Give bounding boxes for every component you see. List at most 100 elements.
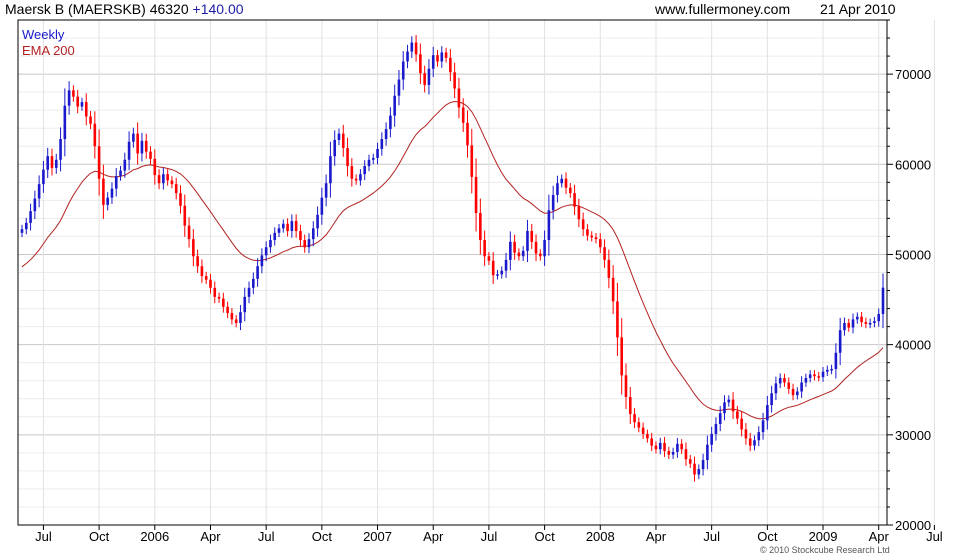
candle-body [753, 440, 756, 446]
legend-weekly: Weekly [22, 27, 65, 42]
candle-body [192, 239, 195, 257]
candle-body [826, 369, 829, 372]
candle-body [470, 145, 474, 177]
y-tick-label: 40000 [895, 338, 931, 353]
candle-body [444, 52, 448, 58]
candle-body [714, 424, 718, 434]
x-tick-label: Apr [423, 529, 444, 544]
candle-body [76, 96, 79, 107]
candle-body [127, 141, 131, 160]
candle-body [551, 194, 555, 211]
candle-body [586, 229, 589, 236]
candle-body [500, 270, 504, 275]
candle-body [243, 296, 247, 313]
copyright-notice: © 2010 Stockcube Research Ltd [760, 545, 890, 555]
candle-body [804, 378, 808, 383]
candle-body [770, 393, 773, 406]
candle-body [718, 413, 722, 424]
candle-body [474, 176, 478, 213]
candle-body [84, 102, 88, 117]
candle-body [821, 371, 825, 378]
candle-body [521, 250, 525, 257]
candle-body [97, 146, 101, 179]
candle-body [479, 212, 482, 241]
candle-body [851, 319, 855, 328]
candle-body [217, 296, 221, 299]
x-tick-label: Oct [312, 529, 333, 544]
candle-body [414, 42, 418, 55]
candle-body [183, 205, 187, 226]
candle-body [590, 235, 594, 238]
candle-body [384, 129, 388, 140]
candle-body [791, 388, 795, 396]
candle-body [843, 323, 846, 331]
x-tick-label: Oct [89, 529, 110, 544]
legend-ema: EMA 200 [22, 43, 75, 58]
candle-body [658, 442, 662, 450]
candle-body [461, 107, 465, 123]
candle-body [273, 232, 277, 241]
candle-body [855, 316, 859, 320]
candle-body [80, 102, 84, 107]
candle-body [701, 460, 705, 470]
candle-body [431, 55, 435, 69]
candle-body [102, 178, 105, 205]
candle-body [281, 223, 285, 229]
candle-body [294, 221, 298, 232]
y-axis: 200003000040000500006000070000 [887, 19, 931, 533]
candle-body [410, 42, 414, 52]
candle-body [67, 90, 71, 106]
candle-body [650, 438, 653, 446]
x-tick-label: Apr [869, 529, 890, 544]
candle-body [247, 287, 251, 297]
candle-body [539, 253, 542, 257]
candle-body [761, 420, 765, 433]
candle-body [646, 433, 649, 439]
candle-body [736, 411, 739, 419]
candle-body [706, 444, 709, 461]
candle-body [774, 383, 778, 394]
candle-body [114, 176, 118, 189]
candle-body [637, 422, 641, 428]
candle-body [744, 429, 748, 439]
price-chart: 200003000040000500006000070000 Jul Oct 200… [17, 19, 980, 544]
candle-body [620, 337, 624, 376]
candle-body [748, 438, 752, 446]
ema-200-line [21, 100, 884, 420]
candle-body [628, 396, 632, 415]
candle-body [149, 151, 152, 159]
candle-body [72, 90, 75, 97]
candle-body [616, 301, 619, 338]
candle-body [303, 240, 307, 248]
candle-body [757, 432, 761, 441]
grid-lines [18, 19, 935, 526]
candle-body [106, 197, 109, 205]
candle-body [286, 223, 289, 232]
candle-body [680, 443, 683, 450]
candle-body [153, 158, 157, 176]
candle-body [389, 115, 392, 130]
candle-body [406, 51, 409, 62]
candle-body [547, 210, 551, 241]
candle-body [667, 451, 671, 455]
candle-body [496, 274, 499, 276]
candle-body [162, 174, 165, 184]
candle-body [654, 445, 658, 450]
candle-body [577, 206, 581, 220]
candle-body [517, 252, 521, 257]
candle-body [740, 418, 743, 430]
candle-body [166, 174, 169, 181]
candle-body [222, 298, 225, 307]
candle-body [24, 222, 28, 230]
candle-body [363, 166, 366, 175]
candle-body [834, 352, 838, 369]
candle-body [324, 183, 328, 198]
candle-body [350, 166, 354, 179]
candle-body [676, 443, 679, 452]
candle-body [684, 449, 688, 460]
candle-body [376, 148, 379, 158]
candle-body [491, 260, 495, 276]
candle-body [800, 382, 803, 392]
candle-body [333, 139, 337, 157]
candle-body [436, 55, 439, 62]
